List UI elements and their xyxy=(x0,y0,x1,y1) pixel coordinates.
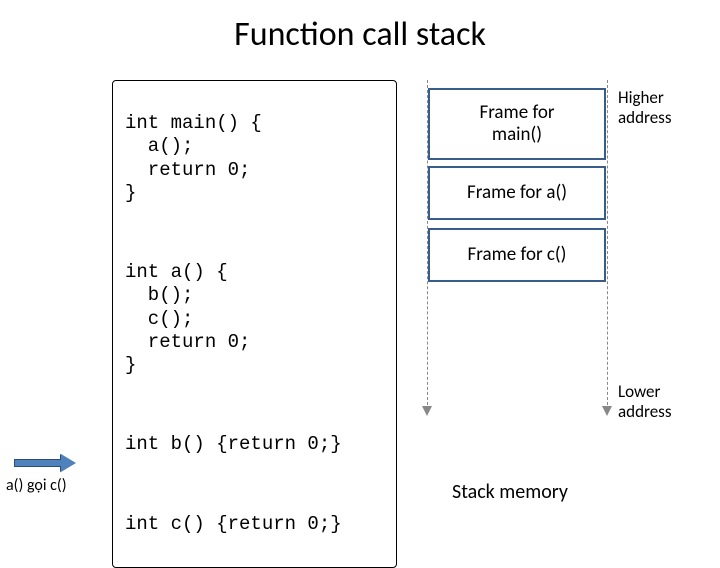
stack-frame-c: Frame for c() xyxy=(428,228,606,282)
stack-frame-label: Frame for c() xyxy=(468,244,567,266)
page-title: Function call stack xyxy=(0,14,720,55)
higher-address-label: Higher address xyxy=(618,88,671,127)
stack-frame-a: Frame for a() xyxy=(428,166,606,220)
growth-arrowhead-left-icon xyxy=(422,406,432,416)
stack-frame-main: Frame for main() xyxy=(428,88,606,160)
stack-frame-label: Frame for a() xyxy=(467,182,567,204)
code-listing: int main() { a(); return 0; } int a() { … xyxy=(112,80,397,568)
annotation-caption: a() gọi c() xyxy=(6,476,67,495)
stack-memory-label: Stack memory xyxy=(452,480,568,504)
call-stack: Frame for main() Frame for a() Frame for… xyxy=(428,88,606,282)
code-fn-main: int main() { a(); return 0; } xyxy=(125,112,384,205)
growth-arrowhead-right-icon xyxy=(602,406,612,416)
code-fn-b: int b() {return 0;} xyxy=(125,433,384,456)
annotation-arrow-icon xyxy=(14,456,76,470)
lower-address-label: Lower address xyxy=(618,382,671,421)
code-fn-c: int c() {return 0;} xyxy=(125,513,384,536)
stack-frame-label: Frame for main() xyxy=(479,102,554,146)
code-fn-a: int a() { b(); c(); return 0; } xyxy=(125,261,384,377)
stack-boundary-right xyxy=(607,80,608,410)
